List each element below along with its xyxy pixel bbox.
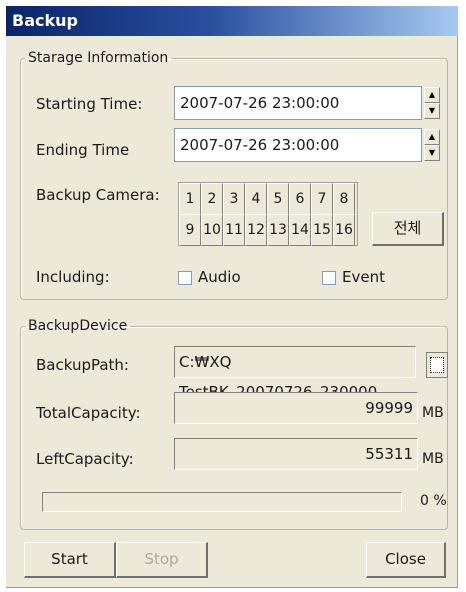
storage-information-legend: Starage Information (28, 50, 169, 66)
select-all-cameras-button[interactable]: 전체 (372, 212, 444, 246)
close-button[interactable]: Close (366, 542, 446, 578)
spin-down-icon[interactable]: ▼ (424, 145, 440, 161)
camera-button[interactable]: 12 (245, 214, 267, 246)
camera-button[interactable]: 2 (201, 183, 223, 215)
starting-time-spinner[interactable]: ▲ ▼ (424, 87, 440, 119)
camera-button[interactable]: 3 (223, 183, 245, 215)
audio-label: Audio (198, 268, 241, 286)
camera-button[interactable]: 7 (311, 183, 333, 215)
start-button[interactable]: Start (24, 542, 116, 578)
spin-up-icon[interactable]: ▲ (424, 129, 440, 145)
left-capacity-field: 55311 (174, 438, 418, 470)
event-checkbox[interactable] (322, 271, 336, 285)
camera-button[interactable]: 10 (201, 214, 223, 246)
camera-button[interactable]: 5 (267, 183, 289, 215)
including-label: Including: (36, 268, 110, 286)
spin-up-icon[interactable]: ▲ (424, 87, 440, 103)
ending-time-field[interactable]: 2007-07-26 23:00:00 (174, 128, 422, 162)
event-label: Event (342, 268, 385, 286)
starting-time-label: Starting Time: (36, 95, 143, 113)
camera-button[interactable]: 14 (289, 214, 311, 246)
backup-camera-label: Backup Camera: (36, 186, 160, 204)
window-title: Backup (6, 6, 458, 36)
camera-grid: 1 2 3 4 5 6 7 8 9 10 11 12 13 14 15 16 (178, 182, 358, 246)
stop-button[interactable]: Stop (116, 542, 208, 578)
spin-down-icon[interactable]: ▼ (424, 103, 440, 119)
folder-browse-icon[interactable] (426, 352, 448, 378)
total-capacity-unit: MB (422, 405, 444, 421)
camera-button[interactable]: 13 (267, 214, 289, 246)
left-capacity-label: LeftCapacity: (36, 450, 134, 468)
progress-percent-text: 0 % (420, 493, 447, 509)
camera-button[interactable]: 8 (333, 183, 355, 215)
camera-button[interactable]: 11 (223, 214, 245, 246)
total-capacity-field: 99999 (174, 392, 418, 424)
camera-button[interactable]: 4 (245, 183, 267, 215)
camera-button[interactable]: 1 (179, 183, 201, 215)
camera-button[interactable]: 16 (333, 214, 355, 246)
camera-button[interactable]: 6 (289, 183, 311, 215)
total-capacity-label: TotalCapacity: (36, 404, 141, 422)
backup-path-field: C:₩XQ TestBK_20070726_230000 (174, 346, 416, 401)
camera-button[interactable]: 15 (311, 214, 333, 246)
backup-path-label: BackupPath: (36, 356, 129, 374)
backup-window: Backup Starage Information Starting Time… (6, 6, 458, 588)
camera-button[interactable]: 9 (179, 214, 201, 246)
backup-progress-bar (42, 492, 402, 512)
audio-checkbox[interactable] (178, 271, 192, 285)
backup-device-legend: BackupDevice (28, 318, 128, 334)
ending-time-spinner[interactable]: ▲ ▼ (424, 129, 440, 161)
left-capacity-unit: MB (422, 451, 444, 467)
starting-time-field[interactable]: 2007-07-26 23:00:00 (174, 86, 422, 120)
ending-time-label: Ending Time (36, 141, 130, 159)
